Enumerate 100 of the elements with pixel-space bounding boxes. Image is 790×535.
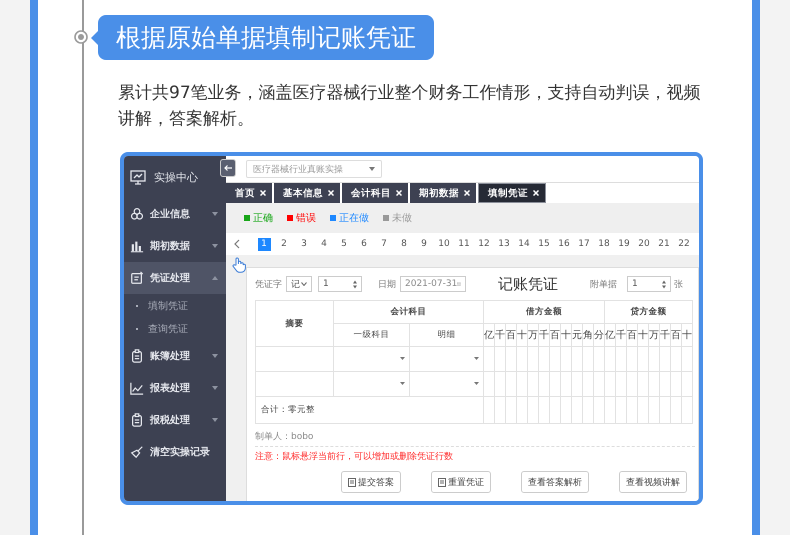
tab[interactable]: 填制凭证	[478, 183, 546, 203]
unit-label: 张	[674, 278, 683, 290]
maker-text: 制单人：bobo	[255, 430, 314, 443]
warning-note: 注意：鼠标悬浮当前行，可以增加或删除凭证行数	[255, 446, 695, 463]
legend-label: 正确	[253, 212, 273, 225]
page-number[interactable]: 11	[454, 238, 474, 250]
digit-header: 万	[648, 324, 660, 346]
page-number[interactable]: 3	[294, 238, 314, 250]
section-heading: 根据原始单据填制记账凭证	[98, 15, 434, 60]
page-number[interactable]: 15	[534, 238, 554, 250]
page-number[interactable]: 21	[654, 238, 674, 250]
collapse-button[interactable]	[220, 159, 236, 177]
digit-header: 千	[616, 324, 627, 346]
speech-pointer	[91, 30, 98, 44]
voucher-title: 记账凭证	[498, 274, 558, 294]
caret-icon	[369, 167, 375, 171]
sidebar-title: 实操中心	[154, 170, 198, 184]
close-icon[interactable]	[260, 190, 266, 196]
sidebar-item[interactable]: 企业信息	[124, 198, 226, 230]
sidebar-item[interactable]: 报税处理	[124, 404, 226, 436]
page-number[interactable]: 2	[274, 238, 294, 250]
number-field[interactable]: 1	[318, 276, 362, 292]
legend-label: 正在做	[339, 212, 369, 225]
document-icon	[130, 271, 144, 285]
tab[interactable]: 基本信息	[274, 183, 340, 203]
digit-header: 千	[494, 324, 506, 346]
sidebar-item[interactable]: 凭证处理	[124, 262, 226, 294]
digit-header: 元	[572, 324, 582, 346]
field-label: 日期	[378, 278, 396, 290]
page-number[interactable]: 18	[594, 238, 614, 250]
tab[interactable]: 期初数据	[410, 183, 476, 203]
page-number[interactable]: 5	[334, 238, 354, 250]
page-number[interactable]: 16	[554, 238, 574, 250]
page-number[interactable]: 8	[394, 238, 414, 250]
sidebar-subitem[interactable]: 填制凭证	[124, 294, 226, 317]
attachments-field[interactable]: 1	[627, 276, 671, 292]
tab[interactable]: 会计科目	[342, 183, 408, 203]
clipboard-icon	[130, 349, 144, 363]
circles-icon	[130, 207, 144, 221]
digit-header: 亿	[484, 324, 494, 346]
clipboard-icon	[130, 413, 144, 427]
page-number[interactable]: 17	[574, 238, 594, 250]
digit-header: 百	[506, 324, 516, 346]
page-number[interactable]: 10	[434, 238, 454, 250]
digit-header: 十	[638, 324, 649, 346]
page-number[interactable]: 6	[354, 238, 374, 250]
page-number[interactable]: 12	[474, 238, 494, 250]
action-button[interactable]: 查看答案解析	[521, 471, 589, 493]
digit-header: 十	[560, 324, 572, 346]
calendar-icon	[457, 280, 461, 288]
caret-icon	[400, 382, 405, 385]
page-number[interactable]: 13	[494, 238, 514, 250]
digit-header: 百	[670, 324, 682, 346]
chevron-left-icon[interactable]	[234, 239, 240, 249]
date-field[interactable]: 2021-07-31	[400, 276, 466, 292]
page-number[interactable]: 9	[414, 238, 434, 250]
description-text: 累计共97笔业务，涵盖医疗器械行业整个财务工作情形，支持自动判误，视频讲解，答案解析。	[118, 82, 702, 131]
digit-header: 千	[538, 324, 550, 346]
column-header: 会计科目	[334, 300, 484, 324]
action-button[interactable]: 查看视频讲解	[619, 471, 687, 493]
page-number[interactable]: 19	[614, 238, 634, 250]
close-icon[interactable]	[396, 190, 402, 196]
page-number[interactable]: 14	[514, 238, 534, 250]
field-label: 附单据	[590, 278, 617, 290]
page-number[interactable]: 7	[374, 238, 394, 250]
line-chart-icon	[130, 381, 144, 395]
spinner-arrows-icon	[662, 280, 666, 288]
digit-header: 分	[594, 324, 605, 346]
voucher-word-select[interactable]: 记	[286, 276, 312, 292]
tab[interactable]: 首页	[226, 183, 272, 203]
column-header: 贷方金额	[604, 300, 693, 324]
bar-chart-icon	[130, 239, 144, 253]
document-icon	[348, 478, 356, 486]
page-number[interactable]: 20	[634, 238, 654, 250]
sidebar-item[interactable]: 清空实操记录	[124, 436, 226, 468]
digit-header: 十	[516, 324, 528, 346]
broom-icon	[130, 445, 144, 459]
page-number[interactable]: 4	[314, 238, 334, 250]
sidebar-item[interactable]: 期初数据	[124, 230, 226, 262]
caret-icon	[400, 357, 405, 360]
close-icon[interactable]	[533, 190, 539, 196]
action-button[interactable]: 提交答案	[341, 471, 401, 493]
sidebar-item[interactable]: 报表处理	[124, 372, 226, 404]
monitor-chart-icon	[130, 169, 146, 185]
total-text: 合计：零元整	[256, 396, 484, 424]
column-header: 明细	[410, 324, 484, 346]
digit-header: 百	[550, 324, 560, 346]
close-icon[interactable]	[464, 190, 470, 196]
close-icon[interactable]	[328, 190, 334, 196]
page-number[interactable]: 22	[674, 238, 694, 250]
digit-header: 角	[582, 324, 594, 346]
caret-icon	[474, 357, 479, 360]
sidebar-subitem[interactable]: 查询凭证	[124, 317, 226, 340]
sidebar-item[interactable]: 账簿处理	[124, 340, 226, 372]
action-button[interactable]: 重置凭证	[431, 471, 491, 493]
spinner-arrows-icon	[353, 280, 357, 288]
document-icon	[438, 478, 446, 486]
legend-label: 错误	[296, 212, 316, 225]
column-header: 摘要	[256, 300, 334, 346]
column-header: 一级科目	[334, 324, 410, 346]
